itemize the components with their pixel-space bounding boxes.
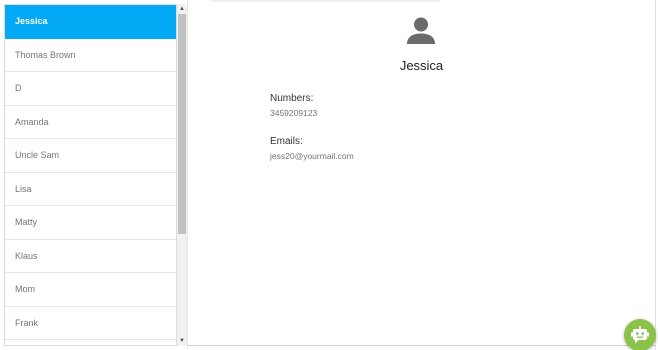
contact-item-thomas-brown[interactable]: Thomas Brown	[5, 39, 176, 72]
bottom-border	[188, 345, 655, 346]
person-icon	[406, 16, 436, 46]
contact-item-jessica[interactable]: Jessica	[5, 5, 176, 39]
contact-item-frank[interactable]: Frank	[5, 307, 176, 340]
contact-item-mom[interactable]: Mom	[5, 273, 176, 307]
chatbot-icon	[631, 326, 649, 344]
scroll-up-arrow-icon[interactable]: ▲	[177, 4, 187, 14]
contact-item-d[interactable]: D	[5, 72, 176, 106]
email-address: jess20@yourmail.com	[270, 151, 354, 161]
contact-name-heading: Jessica	[399, 58, 444, 73]
contact-list-scrollbar[interactable]: ▲ ▼	[177, 4, 187, 346]
contact-detail-panel: Jessica Numbers: 3459209123 Emails: jess…	[188, 0, 655, 345]
contact-list-panel: Jessica Thomas Brown D Amanda Uncle Sam …	[4, 4, 177, 346]
chatbot-button[interactable]	[624, 319, 656, 350]
contact-item-klaus[interactable]: Klaus	[5, 240, 176, 273]
contact-list: Jessica Thomas Brown D Amanda Uncle Sam …	[5, 5, 176, 340]
phone-number: 3459209123	[270, 108, 318, 118]
scroll-down-arrow-icon[interactable]: ▼	[177, 336, 187, 346]
right-border	[655, 0, 656, 350]
contact-item-amanda[interactable]: Amanda	[5, 106, 176, 139]
emails-label: Emails:	[270, 136, 303, 147]
numbers-label: Numbers:	[270, 93, 314, 104]
scrollbar-thumb[interactable]	[178, 14, 186, 234]
contact-item-lisa[interactable]: Lisa	[5, 173, 176, 206]
contacts-app: Jessica Thomas Brown D Amanda Uncle Sam …	[0, 0, 658, 350]
contact-item-uncle-sam[interactable]: Uncle Sam	[5, 139, 176, 173]
contact-item-matty[interactable]: Matty	[5, 206, 176, 240]
